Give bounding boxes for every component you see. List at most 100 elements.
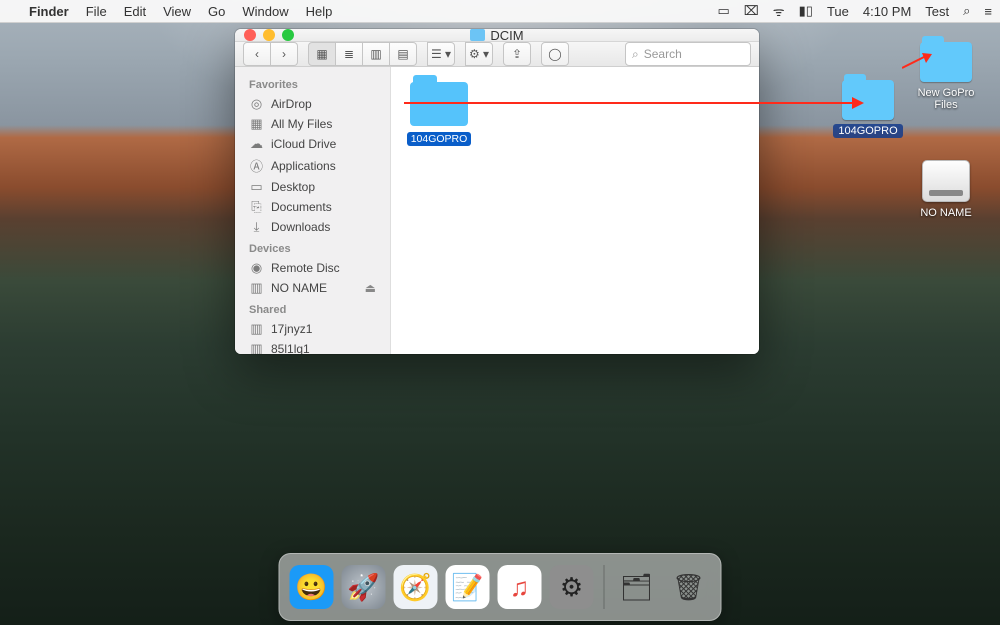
sidebar-header-favorites: Favorites [235, 73, 390, 94]
sidebar-item-airdrop[interactable]: ◎ AirDrop [235, 94, 390, 114]
desktop: Finder File Edit View Go Window Help ▭ ⌧… [0, 0, 1000, 625]
share-button[interactable]: ⇪ [503, 42, 531, 66]
action-button[interactable]: ⚙ ▾ [465, 42, 493, 66]
desktop-folder-104gopro[interactable]: 104GOPRO [830, 80, 906, 138]
sidebar-item-desktop[interactable]: ▭ Desktop [235, 177, 390, 197]
toolbar: ‹ › ▦ ≣ ▥ ▤ ☰ ▾ ⚙ ▾ ⇪ ◯ ⌕ Search [235, 42, 759, 67]
titlebar[interactable]: DCIM [235, 29, 759, 42]
window-zoom-button[interactable] [282, 29, 294, 41]
eject-icon[interactable]: ⏏ [365, 281, 376, 295]
folder-icon [410, 82, 468, 126]
desktop-icon-label: 104GOPRO [833, 124, 902, 138]
search-placeholder: Search [644, 47, 682, 61]
drive-icon: ▥ [249, 280, 264, 296]
folder-icon [920, 42, 972, 82]
airplay-icon[interactable]: ▭ [717, 3, 729, 19]
dock-settings[interactable]: ⚙ [550, 565, 594, 609]
menu-go[interactable]: Go [208, 4, 225, 19]
arrange-button[interactable]: ☰ ▾ [427, 42, 455, 66]
sidebar-item-no-name[interactable]: ▥NO NAME⏏ [235, 278, 390, 298]
menu-edit[interactable]: Edit [124, 4, 146, 19]
window-close-button[interactable] [244, 29, 256, 41]
battery-icon[interactable]: ▮▯ [799, 3, 813, 19]
folder-icon [842, 80, 894, 120]
search-icon: ⌕ [632, 47, 639, 62]
sidebar-item-label: Documents [271, 200, 332, 214]
computer-icon: ▥ [249, 321, 264, 337]
folder-icon [470, 29, 485, 41]
sidebar-item-label: iCloud Drive [271, 137, 336, 151]
dock-notes[interactable]: 📝 [446, 565, 490, 609]
column-view-button[interactable]: ▥ [363, 42, 390, 66]
sidebar-item-documents[interactable]: ⎘ Documents [235, 197, 390, 217]
desktop-icon-label: NO NAME [915, 206, 976, 220]
sidebar: Favorites ◎ AirDrop ▦ All My Files ☁ iCloud… [235, 67, 391, 354]
desktop-folder-new-gopro[interactable]: New GoPro Files [908, 42, 984, 112]
dock-finder[interactable]: 😀 [290, 565, 334, 609]
documents-icon: ⎘ [249, 199, 264, 215]
menu-file[interactable]: File [86, 4, 107, 19]
sidebar-item-all-my-files[interactable]: ▦ All My Files [235, 114, 390, 134]
icloud-icon: ☁ [249, 136, 264, 152]
window-minimize-button[interactable] [263, 29, 275, 41]
sidebar-item-label: Downloads [271, 220, 330, 234]
folder-item-104gopro[interactable]: 104GOPRO [406, 82, 472, 146]
dock-separator [604, 565, 605, 609]
dock-itunes[interactable]: ♫ [498, 565, 542, 609]
item-label: 104GOPRO [407, 132, 472, 146]
applications-icon: Ⓐ [249, 156, 264, 175]
sidebar-item-downloads[interactable]: ⤓ Downloads [235, 217, 390, 237]
menu-view[interactable]: View [163, 4, 191, 19]
desktop-drive-no-name[interactable]: NO NAME [908, 160, 984, 220]
sidebar-item-label: Applications [271, 159, 336, 173]
gallery-view-button[interactable]: ▤ [390, 42, 417, 66]
sidebar-header-devices: Devices [235, 237, 390, 258]
display-icon[interactable]: ⌧ [744, 3, 759, 19]
sidebar-item-icloud[interactable]: ☁ iCloud Drive [235, 134, 390, 154]
list-view-button[interactable]: ≣ [336, 42, 363, 66]
sidebar-item-shared-2[interactable]: ▥ 85l1lq1 [235, 339, 390, 354]
finder-window[interactable]: DCIM ‹ › ▦ ≣ ▥ ▤ ☰ ▾ ⚙ ▾ ⇪ ◯ ⌕ [235, 29, 759, 354]
sidebar-header-shared: Shared [235, 298, 390, 319]
dock-safari[interactable]: 🧭 [394, 565, 438, 609]
dock-launchpad[interactable]: 🚀 [342, 565, 386, 609]
desktop-icon: ▭ [249, 179, 264, 195]
dock-trash[interactable]: 🗑 [667, 565, 711, 609]
sidebar-item-label: 85l1lq1 [271, 342, 310, 354]
nav-buttons: ‹ › [243, 42, 298, 66]
notification-center-icon[interactable]: ≡ [984, 4, 992, 19]
sidebar-item-label: Desktop [271, 180, 315, 194]
app-menu[interactable]: Finder [29, 4, 69, 19]
menu-help[interactable]: Help [306, 4, 333, 19]
all-files-icon: ▦ [249, 116, 264, 132]
spotlight-icon[interactable]: ⌕ [963, 3, 970, 19]
window-title-text: DCIM [490, 29, 523, 43]
clock-time[interactable]: 4:10 PM [863, 4, 911, 19]
sidebar-item-label: AirDrop [271, 97, 312, 111]
computer-icon: ▥ [249, 341, 264, 354]
dock: 😀 🚀 🧭 📝 ♫ ⚙ 🗂 🗑 [279, 553, 722, 621]
clock-day[interactable]: Tue [827, 4, 849, 19]
search-field[interactable]: ⌕ Search [625, 42, 751, 66]
downloads-icon: ⤓ [249, 219, 264, 235]
menu-window[interactable]: Window [242, 4, 288, 19]
user-menu[interactable]: Test [925, 4, 949, 19]
sidebar-item-applications[interactable]: Ⓐ Applications [235, 154, 390, 177]
dock-downloads[interactable]: 🗂 [615, 565, 659, 609]
sidebar-item-label: All My Files [271, 117, 332, 131]
window-title: DCIM [235, 29, 759, 43]
sidebar-item-shared-1[interactable]: ▥ 17jnyz1 [235, 319, 390, 339]
tags-button[interactable]: ◯ [541, 42, 569, 66]
drive-icon [922, 160, 970, 202]
sidebar-item-label: 17jnyz1 [271, 322, 312, 336]
sidebar-item-remote-disc[interactable]: ◉Remote Disc [235, 258, 390, 278]
airdrop-icon: ◎ [249, 96, 264, 112]
disc-icon: ◉ [249, 260, 264, 276]
back-button[interactable]: ‹ [243, 42, 271, 66]
icon-view-button[interactable]: ▦ [308, 42, 336, 66]
menubar: Finder File Edit View Go Window Help ▭ ⌧… [0, 0, 1000, 23]
desktop-icon-label: New GoPro Files [908, 86, 984, 112]
forward-button[interactable]: › [271, 42, 298, 66]
wifi-icon[interactable]: ᯤ [773, 2, 785, 20]
content-area[interactable]: 104GOPRO [391, 67, 759, 354]
